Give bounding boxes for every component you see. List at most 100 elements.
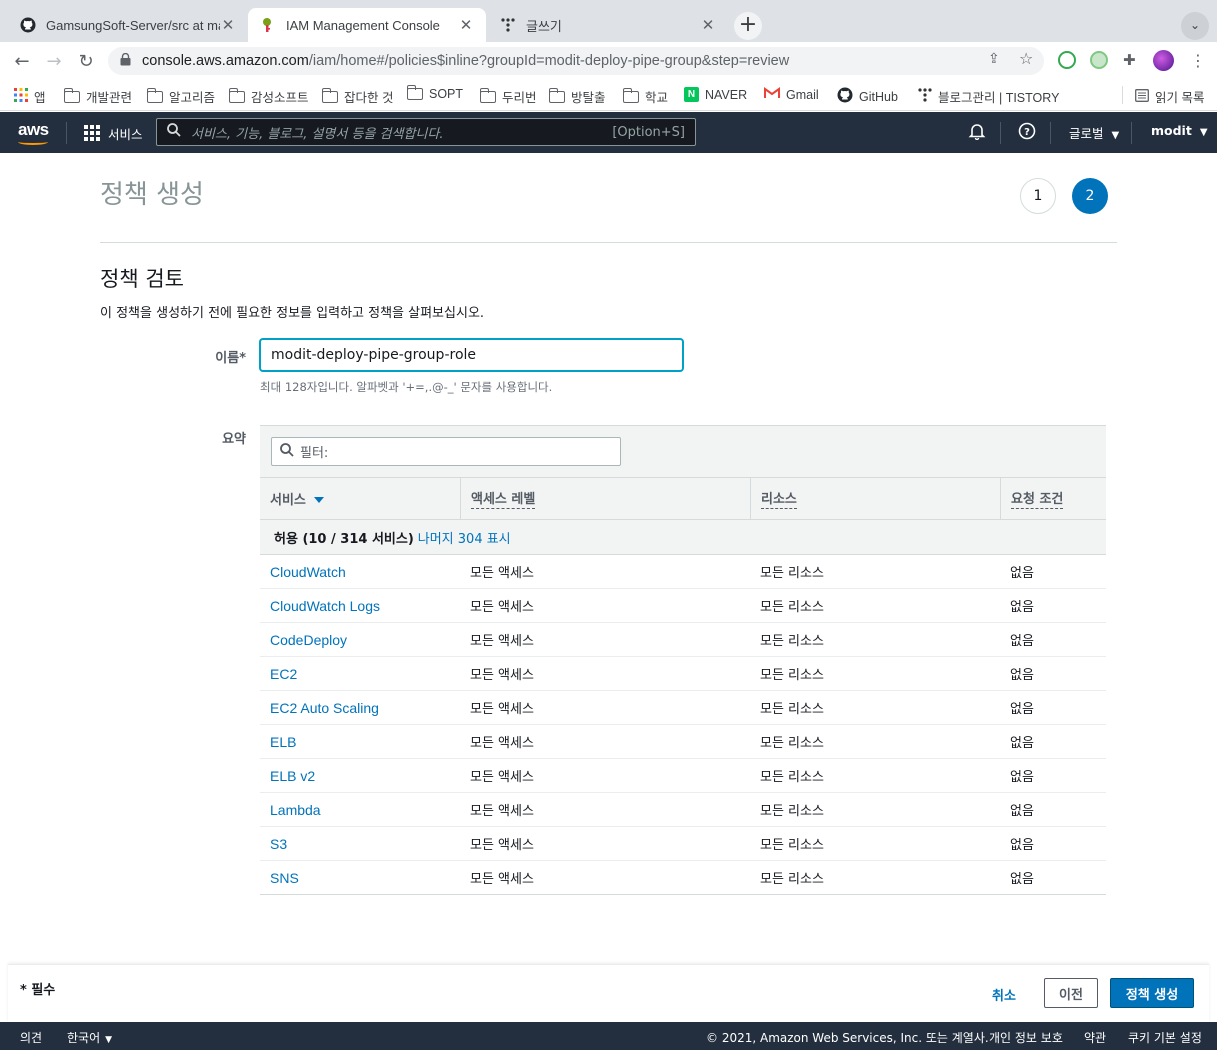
bookmark-label: Gmail	[786, 87, 819, 102]
column-header-service[interactable]: 서비스	[260, 478, 460, 519]
step-indicator-2-active: 2	[1072, 178, 1108, 214]
create-policy-button[interactable]: 정책 생성	[1110, 978, 1194, 1008]
close-tab-icon[interactable]: ✕	[458, 16, 474, 34]
folder-icon	[63, 87, 80, 103]
back-arrow-icon[interactable]: ←	[9, 49, 35, 75]
new-tab-button[interactable]: +	[734, 12, 762, 40]
section-description: 이 정책을 생성하기 전에 필요한 정보를 입력하고 정책을 살펴보십시오.	[100, 306, 485, 321]
terms-link[interactable]: 약관	[1084, 1029, 1106, 1046]
bookmark-folder[interactable]: 감성소프트	[228, 87, 309, 106]
address-bar[interactable]: console.aws.amazon.com/iam/home#/policie…	[108, 47, 1044, 75]
bookmarks-bar: 앱 개발관련 알고리즘 감성소프트 잡다한 것 SOPT 두리번 방탈출 학교 …	[0, 80, 1217, 111]
bookmark-folder[interactable]: 잡다한 것	[321, 87, 394, 106]
forward-arrow-icon[interactable]: →	[41, 49, 67, 75]
apps-grid-icon	[14, 88, 28, 105]
url-path: /iam/home#/policies$inline?groupId=modit…	[308, 53, 790, 69]
bookmark-label: 잡다한 것	[344, 91, 394, 105]
allow-group-row: 허용 (10 / 314 서비스) 나머지 304 표시	[260, 520, 1106, 555]
language-selector[interactable]: 한국어 ▼	[67, 1029, 112, 1046]
tab-search-chevron-icon[interactable]: ⌄	[1181, 12, 1209, 40]
service-link[interactable]: EC2	[260, 666, 460, 682]
service-link[interactable]: ELB v2	[260, 768, 460, 784]
table-body: CloudWatch 모든 액세스 모든 리소스 없음 CloudWatch Logs 모…	[260, 555, 1106, 895]
reload-icon[interactable]: ↻	[73, 49, 99, 75]
bookmark-folder[interactable]: SOPT	[406, 85, 464, 101]
group-label: 허용 (10 / 314 서비스)	[274, 531, 414, 547]
services-menu[interactable]: 서비스	[108, 124, 143, 143]
bookmark-tistory[interactable]: 블로그관리 | TISTORY	[918, 87, 1059, 106]
table-header: 서비스 액세스 레벨 리소스 요청 조건	[260, 477, 1106, 520]
request-condition-cell: 없음	[1010, 668, 1034, 683]
bookmark-label: SOPT	[429, 87, 464, 101]
notifications-bell-icon[interactable]	[968, 122, 986, 143]
bookmark-folder[interactable]: 두리번	[479, 87, 537, 106]
column-header-request-condition[interactable]: 요청 조건	[1000, 478, 1106, 519]
bookmark-folder[interactable]: 알고리즘	[146, 87, 215, 106]
copyright: © 2021, Amazon Web Services, Inc. 또는 계열사…	[706, 1031, 989, 1045]
service-link[interactable]: Lambda	[260, 802, 460, 818]
aws-logo[interactable]: aws	[18, 120, 49, 140]
bookmark-gmail[interactable]: Gmail	[764, 87, 819, 102]
region-selector[interactable]: 글로벌 ▼	[1069, 123, 1119, 142]
puzzle-extensions-icon[interactable]: ✚	[1123, 51, 1136, 69]
more-menu-icon[interactable]: ⋮	[1190, 51, 1206, 70]
cookie-preferences-link[interactable]: 쿠키 기본 설정	[1128, 1029, 1202, 1046]
show-remaining-link[interactable]: 나머지 304 표시	[418, 528, 511, 547]
aws-smile-icon	[18, 139, 48, 145]
request-condition-cell: 없음	[1010, 566, 1034, 581]
column-header-resource[interactable]: 리소스	[750, 478, 1000, 519]
column-label: 서비스	[270, 493, 306, 508]
service-link[interactable]: ELB	[260, 734, 460, 750]
required-note: * 필수	[20, 983, 56, 998]
access-level-cell: 모든 액세스	[470, 804, 534, 819]
bookmark-star-icon[interactable]: ☆	[1019, 49, 1033, 68]
page-title: 정책 생성	[100, 180, 204, 210]
access-level-cell: 모든 액세스	[470, 838, 534, 853]
service-link[interactable]: SNS	[260, 870, 460, 886]
bookmark-folder[interactable]: 개발관련	[63, 87, 133, 106]
service-link[interactable]: S3	[260, 836, 460, 852]
request-condition-cell: 없음	[1010, 872, 1034, 887]
bookmark-apps[interactable]: 앱	[14, 87, 46, 106]
privacy-link[interactable]: 개인 정보 보호	[989, 1029, 1063, 1046]
policy-name-input[interactable]	[260, 339, 683, 371]
tab-github[interactable]: GamsungSoft-Server/src at ma ✕	[8, 8, 248, 42]
caret-down-icon: ▼	[1111, 130, 1120, 141]
bookmark-naver[interactable]: N NAVER	[684, 87, 747, 102]
name-hint: 최대 128자입니다. 알파벳과 '+=,.@-_' 문자를 사용합니다.	[260, 380, 553, 394]
close-tab-icon[interactable]: ✕	[220, 16, 236, 34]
folder-icon	[548, 87, 565, 103]
bookmark-label: 개발관련	[86, 91, 133, 105]
bookmark-github[interactable]: GitHub	[837, 87, 898, 106]
cancel-button[interactable]: 취소	[992, 985, 1016, 1004]
previous-button[interactable]: 이전	[1044, 978, 1098, 1008]
tab-iam-console[interactable]: IAM Management Console ✕	[248, 8, 486, 42]
service-link[interactable]: CodeDeploy	[260, 632, 460, 648]
close-tab-icon[interactable]: ✕	[700, 16, 716, 34]
help-icon[interactable]: ?	[1018, 122, 1036, 143]
service-link[interactable]: CloudWatch Logs	[260, 598, 460, 614]
services-grid-icon[interactable]	[84, 125, 100, 141]
request-condition-cell: 없음	[1010, 770, 1034, 785]
account-menu[interactable]: modit ▼	[1151, 123, 1208, 138]
extension-icon[interactable]	[1090, 51, 1108, 69]
column-header-access-level[interactable]: 액세스 레벨	[460, 478, 750, 519]
tab-tistory[interactable]: 글쓰기 ✕	[488, 8, 728, 42]
bookmark-label: 방탈출	[571, 91, 606, 105]
bookmark-label: 앱	[34, 91, 46, 105]
folder-icon	[622, 87, 639, 103]
reading-list[interactable]: 읽기 목록	[1135, 87, 1204, 106]
extension-grammarly-icon[interactable]	[1058, 51, 1076, 69]
filter-input[interactable]: 필터:	[271, 437, 621, 466]
resource-cell: 모든 리소스	[760, 634, 824, 649]
service-link[interactable]: CloudWatch	[260, 564, 460, 580]
resource-cell: 모든 리소스	[760, 702, 824, 717]
bookmark-folder[interactable]: 방탈출	[548, 87, 606, 106]
bookmark-folder[interactable]: 학교	[622, 87, 668, 106]
aws-search-input[interactable]: 서비스, 기능, 블로그, 설명서 등을 검색합니다. [Option+S]	[156, 118, 696, 146]
feedback-link[interactable]: 의견	[20, 1029, 42, 1046]
profile-avatar[interactable]	[1153, 50, 1174, 71]
service-link[interactable]: EC2 Auto Scaling	[260, 700, 460, 716]
share-icon[interactable]: ⇪	[988, 51, 1000, 67]
resource-cell: 모든 리소스	[760, 872, 824, 887]
